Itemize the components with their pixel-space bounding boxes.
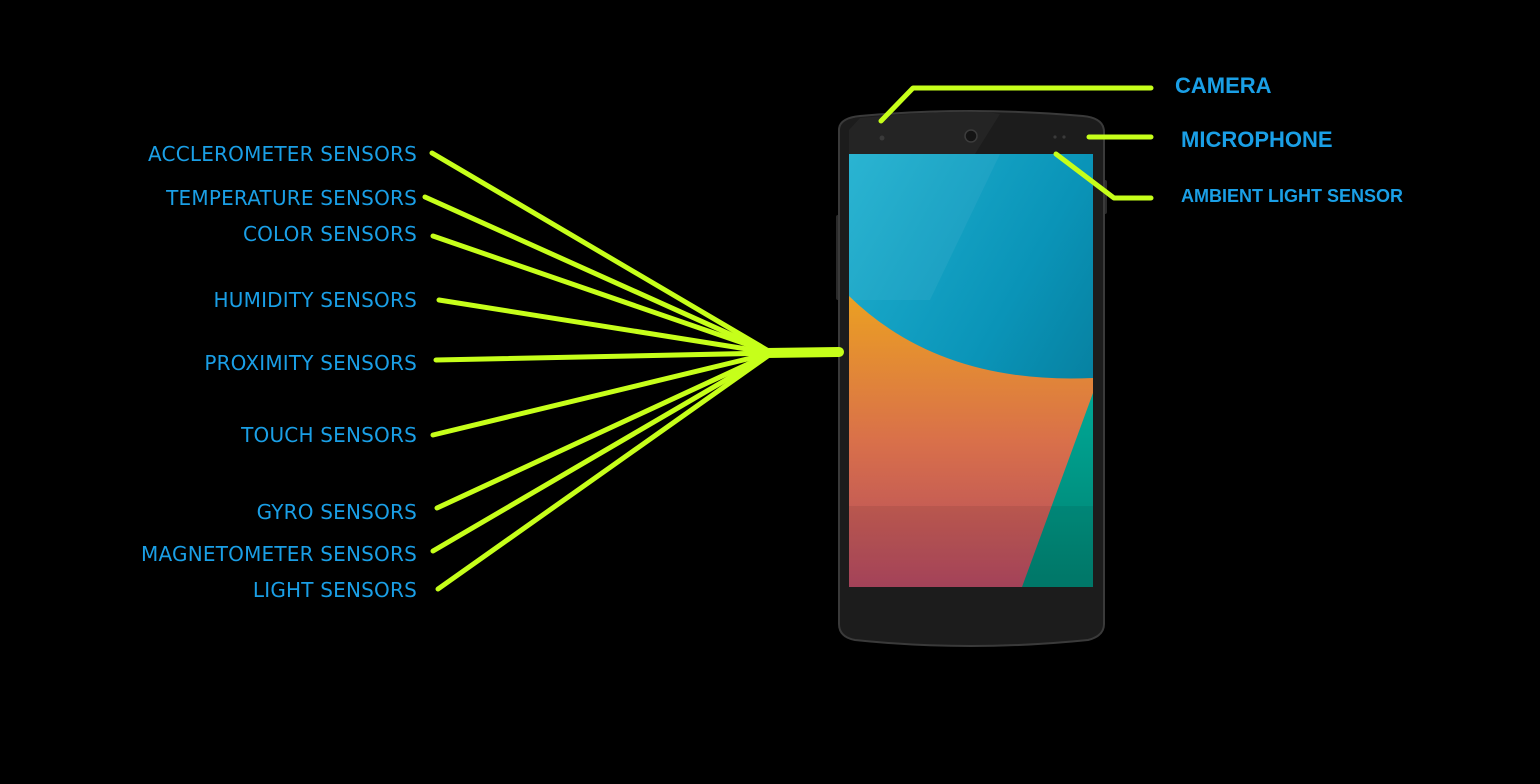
connector-gyro xyxy=(434,350,775,511)
sensor-dot-2 xyxy=(1062,135,1066,139)
label-accelerometer-sensors: ACCLEROMETER SENSORS xyxy=(148,142,417,166)
diagram-canvas xyxy=(422,85,1154,647)
sensor-dot-1 xyxy=(1053,135,1057,139)
front-camera-icon xyxy=(964,129,978,143)
label-light-sensors: LIGHT SENSORS xyxy=(252,578,417,602)
connector-trunk xyxy=(761,347,844,358)
label-humidity-sensors: HUMIDITY SENSORS xyxy=(213,288,417,312)
phone-top-bezel-highlight xyxy=(849,111,1000,154)
label-gyro-sensors: GYRO SENSORS xyxy=(256,500,417,524)
camera-flash-dot xyxy=(879,135,885,141)
left-connector-fan xyxy=(422,150,844,592)
label-touch-sensors: TOUCH SENSORS xyxy=(241,423,417,447)
phone-screen xyxy=(849,154,1093,587)
label-microphone: MICROPHONE xyxy=(1181,127,1333,152)
connector-light xyxy=(435,350,775,592)
label-magnetometer-sensors: MAGNETOMETER SENSORS xyxy=(141,542,417,566)
label-temperature-sensors: TEMPERATURE SENSORS xyxy=(166,186,417,210)
label-ambient-light-sensor: AMBIENT LIGHT SENSOR xyxy=(1181,186,1404,206)
sensor-diagram: ACCLEROMETER SENSORS TEMPERATURE SENSORS… xyxy=(0,0,1540,784)
phone-illustration xyxy=(836,110,1107,647)
connector-proximity xyxy=(433,350,775,363)
label-camera: CAMERA xyxy=(1175,73,1272,98)
connector-touch xyxy=(430,350,775,438)
connector-magnetometer xyxy=(430,350,775,554)
connector-temperature xyxy=(422,194,775,356)
label-color-sensors: COLOR SENSORS xyxy=(242,222,417,246)
label-proximity-sensors: PROXIMITY SENSORS xyxy=(204,351,417,375)
